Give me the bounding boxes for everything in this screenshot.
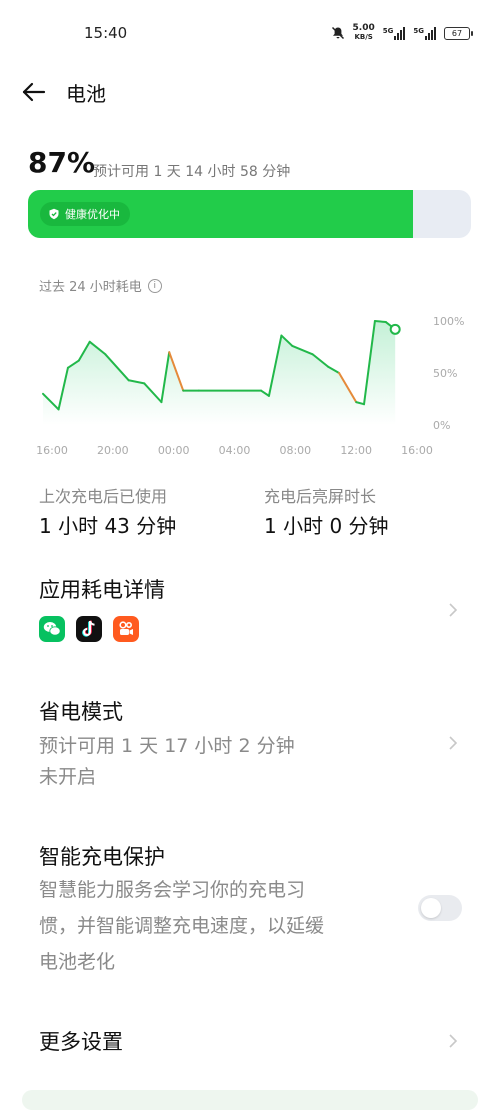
x-tick-label: 16:00 xyxy=(36,444,68,457)
x-tick-label: 00:00 xyxy=(158,444,190,457)
kuaishou-icon xyxy=(113,616,139,642)
app-usage-row[interactable]: 应用耗电详情 xyxy=(0,560,500,660)
y-tick-label: 100% xyxy=(433,315,464,328)
battery-estimate: 预计可用 1 天 14 小时 58 分钟 xyxy=(93,164,291,180)
status-time: 15:40 xyxy=(84,24,128,42)
sim1-label: 5G xyxy=(382,26,394,35)
more-settings-row[interactable]: 更多设置 xyxy=(0,1010,500,1070)
health-badge-label: 健康优化中 xyxy=(65,208,120,221)
chevron-right-icon xyxy=(449,1034,458,1048)
wechat-icon xyxy=(39,616,65,642)
app-icons xyxy=(39,616,139,642)
x-tick-label: 16:00 xyxy=(401,444,433,457)
tiktok-icon xyxy=(76,616,102,642)
app-usage-title: 应用耗电详情 xyxy=(39,578,165,602)
used-since-charge-value: 1 小时 43 分钟 xyxy=(39,514,177,538)
battery-usage-chart: 16:00 20:00 00:00 04:00 08:00 12:00 16:00 100% 5… xyxy=(36,315,464,457)
smart-charge-desc-line2: 惯，并智能调整充电速度，以延缓 xyxy=(39,915,325,937)
used-since-charge-label: 上次充电后已使用 xyxy=(39,487,168,506)
back-arrow-icon[interactable] xyxy=(20,78,48,106)
battery-icon: 67 xyxy=(444,26,473,40)
x-tick-label: 20:00 xyxy=(97,444,129,457)
chart-line-segment xyxy=(373,320,387,324)
smart-charge-desc-line3: 电池老化 xyxy=(39,951,116,973)
page-title: 电池 xyxy=(66,82,106,106)
chart-current-point xyxy=(389,323,401,335)
signal-icon: 5G xyxy=(413,26,436,40)
power-saving-row[interactable]: 省电模式 预计可用 1 天 17 小时 2 分钟 未开启 xyxy=(0,680,500,800)
chart-area xyxy=(43,321,396,425)
sim2-label: 5G xyxy=(413,26,424,35)
x-tick-label: 04:00 xyxy=(219,444,251,457)
next-card-edge xyxy=(22,1090,478,1110)
shield-icon xyxy=(49,208,59,220)
signal-icon: 5G xyxy=(382,26,406,40)
screen-on-label: 充电后亮屏时长 xyxy=(264,487,377,506)
y-tick-label: 50% xyxy=(433,367,457,380)
net-speed-value: 5.00 xyxy=(352,23,375,33)
more-settings-title: 更多设置 xyxy=(39,1030,123,1054)
power-saving-state: 未开启 xyxy=(39,766,97,788)
y-tick-label: 0% xyxy=(433,419,450,432)
net-speed-unit: KB/S xyxy=(354,33,373,41)
chevron-right-icon xyxy=(449,736,458,750)
smart-charge-toggle[interactable] xyxy=(418,895,462,921)
health-badge[interactable]: 健康优化中 xyxy=(40,202,130,226)
info-icon[interactable]: i xyxy=(147,278,162,293)
screen-on-value: 1 小时 0 分钟 xyxy=(264,514,389,538)
chevron-right-icon xyxy=(449,603,458,617)
power-saving-estimate: 预计可用 1 天 17 小时 2 分钟 xyxy=(39,735,295,757)
battery-percent: 87% xyxy=(28,146,96,179)
usage-chart-title-text: 过去 24 小时耗电 xyxy=(39,280,142,295)
usage-chart-title: 过去 24 小时耗电 i xyxy=(39,276,162,295)
toggle-knob xyxy=(421,898,441,918)
mute-icon xyxy=(331,26,344,40)
x-tick-label: 12:00 xyxy=(340,444,372,457)
net-speed: 5.00 KB/S xyxy=(353,24,375,42)
status-icons: 5.00 KB/S 5G 5G 67 xyxy=(331,24,473,42)
power-saving-title: 省电模式 xyxy=(39,700,123,724)
smart-charge-title: 智能充电保护 xyxy=(39,845,165,869)
smart-charge-desc-line1: 智慧能力服务会学习你的充电习 xyxy=(39,879,306,901)
x-tick-label: 08:00 xyxy=(279,444,311,457)
